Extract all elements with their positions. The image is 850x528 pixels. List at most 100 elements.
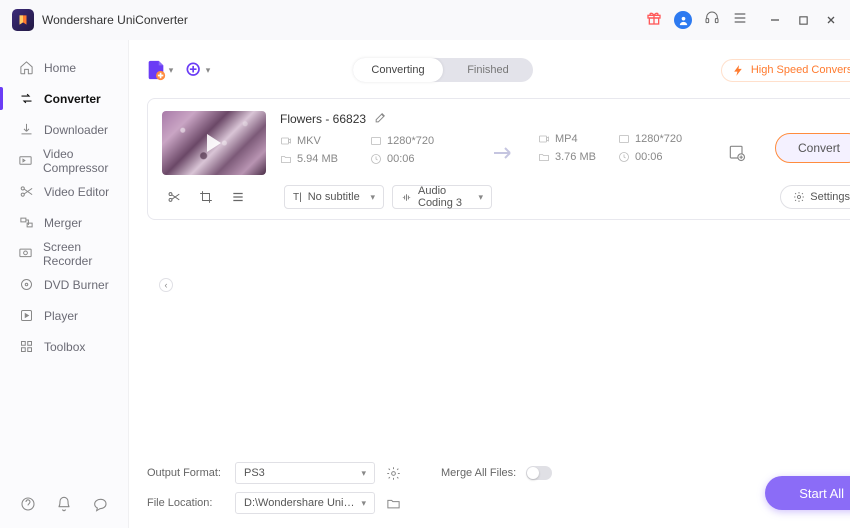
output-format-value: PS3 bbox=[244, 467, 265, 479]
out-size: 3.76 MB bbox=[555, 151, 596, 163]
settings-label: Settings bbox=[810, 191, 850, 203]
high-speed-button[interactable]: High Speed Conversion bbox=[721, 59, 850, 82]
audio-value: Audio Coding 3 bbox=[418, 185, 472, 209]
sidebar-label: Player bbox=[44, 309, 78, 323]
audio-dropdown[interactable]: Audio Coding 3 ▾ bbox=[392, 185, 492, 209]
merge-toggle[interactable] bbox=[526, 466, 552, 480]
out-duration: 00:06 bbox=[635, 151, 663, 163]
start-all-button[interactable]: Start All bbox=[765, 476, 850, 510]
sidebar-item-toolbox[interactable]: Toolbox bbox=[0, 331, 128, 362]
download-icon bbox=[18, 122, 34, 138]
sidebar-label: DVD Burner bbox=[44, 278, 109, 292]
dvd-icon bbox=[18, 277, 34, 293]
chevron-down-icon: ▾ bbox=[370, 192, 375, 203]
sidebar-label: Converter bbox=[44, 92, 101, 106]
output-format-label: Output Format: bbox=[147, 467, 225, 479]
sidebar-item-merger[interactable]: Merger bbox=[0, 207, 128, 238]
lightning-icon bbox=[732, 64, 745, 77]
play-overlay-icon bbox=[207, 134, 221, 152]
converter-icon bbox=[18, 91, 34, 107]
high-speed-label: High Speed Conversion bbox=[751, 64, 850, 76]
toolbox-icon bbox=[18, 339, 34, 355]
sidebar-label: Merger bbox=[44, 216, 82, 230]
menu-icon[interactable] bbox=[732, 10, 748, 31]
in-size: 5.94 MB bbox=[297, 153, 338, 165]
file-settings-button[interactable]: Settings bbox=[780, 185, 850, 209]
sidebar-item-editor[interactable]: Video Editor bbox=[0, 176, 128, 207]
sidebar-item-recorder[interactable]: Screen Recorder bbox=[0, 238, 128, 269]
sidebar-label: Home bbox=[44, 61, 76, 75]
file-title: Flowers - 66823 bbox=[280, 112, 366, 126]
titlebar-icons bbox=[646, 10, 838, 31]
clock-icon bbox=[618, 151, 630, 163]
sidebar-label: Video Editor bbox=[44, 185, 109, 199]
main-content: ▾ ▾ Converting Finished High Speed Conve… bbox=[129, 40, 850, 528]
sidebar-item-home[interactable]: Home bbox=[0, 52, 128, 83]
gift-icon[interactable] bbox=[646, 10, 662, 31]
sidebar-label: Screen Recorder bbox=[43, 240, 110, 268]
help-icon[interactable] bbox=[20, 496, 36, 512]
sidebar-item-compressor[interactable]: Video Compressor bbox=[0, 145, 128, 176]
status-tabs: Converting Finished bbox=[353, 58, 533, 82]
output-format-select[interactable]: PS3 ▾ bbox=[235, 462, 375, 484]
home-icon bbox=[18, 60, 34, 76]
sidebar-item-player[interactable]: Player bbox=[0, 300, 128, 331]
sidebar-label: Video Compressor bbox=[43, 147, 110, 175]
output-settings-button[interactable] bbox=[727, 143, 747, 168]
bottom-bar: Output Format: PS3▾ Merge All Files: Fil… bbox=[147, 452, 850, 528]
in-format: MKV bbox=[297, 135, 321, 147]
sidebar-collapse-button[interactable]: ‹ bbox=[159, 278, 173, 292]
user-avatar-icon[interactable] bbox=[674, 11, 692, 29]
video-icon bbox=[538, 133, 550, 145]
convert-button[interactable]: Convert bbox=[775, 133, 850, 163]
out-format: MP4 bbox=[555, 133, 578, 145]
merge-label: Merge All Files: bbox=[441, 467, 516, 479]
in-resolution: 1280*720 bbox=[387, 135, 434, 147]
sidebar-item-downloader[interactable]: Downloader bbox=[0, 114, 128, 145]
file-location-value: D:\Wondershare UniConverter bbox=[244, 497, 357, 509]
add-url-button[interactable]: ▾ bbox=[185, 58, 209, 82]
app-logo-wrap: Wondershare UniConverter bbox=[12, 9, 188, 31]
scissors-icon bbox=[18, 184, 34, 200]
edit-title-button[interactable] bbox=[374, 111, 387, 127]
recorder-icon bbox=[18, 246, 33, 262]
chevron-down-icon: ▾ bbox=[361, 498, 366, 509]
video-icon bbox=[280, 135, 292, 147]
file-location-select[interactable]: D:\Wondershare UniConverter ▾ bbox=[235, 492, 375, 514]
clock-icon bbox=[370, 153, 382, 165]
maximize-button[interactable] bbox=[796, 13, 810, 27]
content-topbar: ▾ ▾ Converting Finished High Speed Conve… bbox=[147, 50, 850, 90]
resolution-icon bbox=[618, 133, 630, 145]
sidebar-label: Downloader bbox=[44, 123, 108, 137]
more-tools-button[interactable] bbox=[226, 187, 250, 207]
subtitle-value: No subtitle bbox=[308, 191, 360, 203]
feedback-icon[interactable] bbox=[92, 496, 108, 512]
chevron-down-icon: ▾ bbox=[361, 468, 366, 479]
headset-icon[interactable] bbox=[704, 10, 720, 31]
audio-icon bbox=[401, 192, 412, 203]
open-folder-button[interactable] bbox=[385, 495, 401, 511]
app-title: Wondershare UniConverter bbox=[42, 13, 188, 27]
tab-finished[interactable]: Finished bbox=[443, 58, 533, 82]
sidebar-label: Toolbox bbox=[44, 340, 85, 354]
subtitle-dropdown[interactable]: T|No subtitle▾ bbox=[284, 185, 384, 209]
file-card: ✕ Flowers - 66823 MKV 1280*720 5.94 MB 0… bbox=[147, 98, 850, 220]
close-window-button[interactable] bbox=[824, 13, 838, 27]
minimize-button[interactable] bbox=[768, 13, 782, 27]
bell-icon[interactable] bbox=[56, 496, 72, 512]
sidebar: Home Converter Downloader Video Compress… bbox=[0, 40, 129, 528]
play-icon bbox=[18, 308, 34, 324]
add-file-button[interactable]: ▾ bbox=[147, 58, 171, 82]
titlebar: Wondershare UniConverter bbox=[0, 0, 850, 40]
chevron-down-icon: ▾ bbox=[206, 65, 211, 76]
sidebar-item-dvd[interactable]: DVD Burner bbox=[0, 269, 128, 300]
crop-button[interactable] bbox=[194, 187, 218, 207]
sidebar-item-converter[interactable]: Converter bbox=[0, 83, 128, 114]
chevron-down-icon: ▾ bbox=[169, 65, 174, 76]
tab-converting[interactable]: Converting bbox=[353, 58, 443, 82]
compressor-icon bbox=[18, 153, 33, 169]
output-settings-icon[interactable] bbox=[385, 465, 401, 481]
video-thumbnail[interactable] bbox=[162, 111, 266, 175]
chevron-down-icon: ▾ bbox=[478, 192, 483, 203]
trim-button[interactable] bbox=[162, 187, 186, 207]
